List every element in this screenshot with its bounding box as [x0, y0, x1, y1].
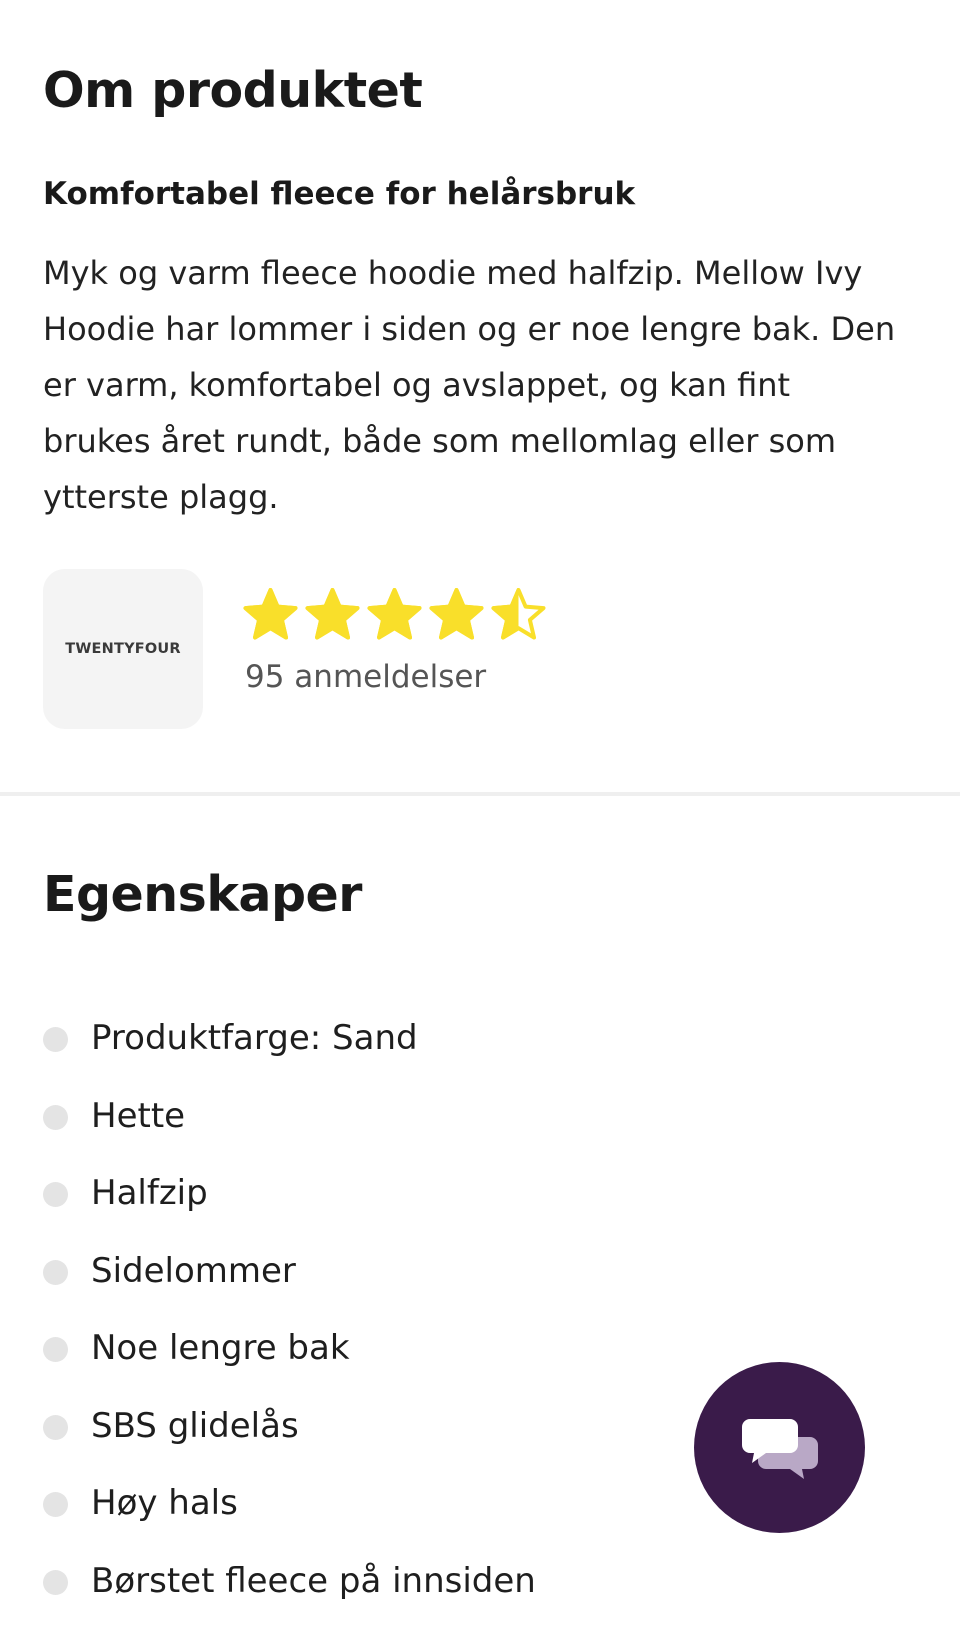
bullet-icon — [43, 1570, 68, 1595]
features-list: Produktfarge: Sand Hette Halfzip Sidelommer… — [43, 1008, 536, 1628]
feature-text: SBS glidelås — [91, 1396, 299, 1456]
feature-text: Noe lengre bak — [91, 1318, 350, 1378]
chat-bubbles-icon — [742, 1417, 818, 1479]
feature-item: SBS glidelås — [43, 1396, 536, 1474]
feature-item: Halfzip — [43, 1163, 536, 1241]
feature-item: Noe lengre bak — [43, 1318, 536, 1396]
feature-text: Høy hals — [91, 1473, 238, 1533]
feature-item: Børstet fleece på innsiden — [43, 1551, 536, 1628]
star-full-icon — [305, 588, 360, 643]
star-full-icon — [429, 588, 484, 643]
section-divider — [0, 792, 960, 796]
about-title: Om produktet — [43, 58, 422, 124]
feature-text: Sidelommer — [91, 1241, 296, 1301]
review-count[interactable]: 95 anmeldelser — [245, 656, 486, 698]
star-full-icon — [367, 588, 422, 643]
about-section: Om produktet Komfortabel fleece for helå… — [0, 0, 960, 796]
star-half-icon — [491, 588, 546, 643]
feature-text: Børstet fleece på innsiden — [91, 1551, 536, 1611]
feature-item: Høy hals — [43, 1473, 536, 1551]
star-rating — [243, 588, 546, 644]
about-subtitle: Komfortabel fleece for helårsbruk — [43, 172, 635, 216]
bullet-icon — [43, 1260, 68, 1285]
feature-text: Hette — [91, 1086, 185, 1146]
brand-logo-text: TWENTYFOUR — [65, 641, 181, 657]
bullet-icon — [43, 1492, 68, 1517]
description-line: er varm, komfortabel og avslappet, og ka… — [43, 357, 913, 413]
feature-item: Produktfarge: Sand — [43, 1008, 536, 1086]
chat-button[interactable] — [694, 1362, 865, 1533]
star-full-icon — [243, 588, 298, 643]
description-line: Myk og varm fleece hoodie med halfzip. M… — [43, 245, 913, 301]
description-line: Hoodie har lommer i siden og er noe leng… — [43, 301, 913, 357]
product-description: Myk og varm fleece hoodie med halfzip. M… — [43, 245, 913, 525]
feature-item: Hette — [43, 1086, 536, 1164]
bullet-icon — [43, 1337, 68, 1362]
features-title: Egenskaper — [43, 862, 362, 928]
description-line: ytterste plagg. — [43, 469, 913, 525]
feature-text: Halfzip — [91, 1163, 208, 1223]
bullet-icon — [43, 1415, 68, 1440]
brand-logo[interactable]: TWENTYFOUR — [43, 569, 203, 729]
rating-summary[interactable]: 95 anmeldelser — [243, 588, 643, 718]
bullet-icon — [43, 1027, 68, 1052]
bullet-icon — [43, 1182, 68, 1207]
description-line: brukes året rundt, både som mellomlag el… — [43, 413, 913, 469]
feature-item: Sidelommer — [43, 1241, 536, 1319]
bullet-icon — [43, 1105, 68, 1130]
feature-text: Produktfarge: Sand — [91, 1008, 418, 1068]
